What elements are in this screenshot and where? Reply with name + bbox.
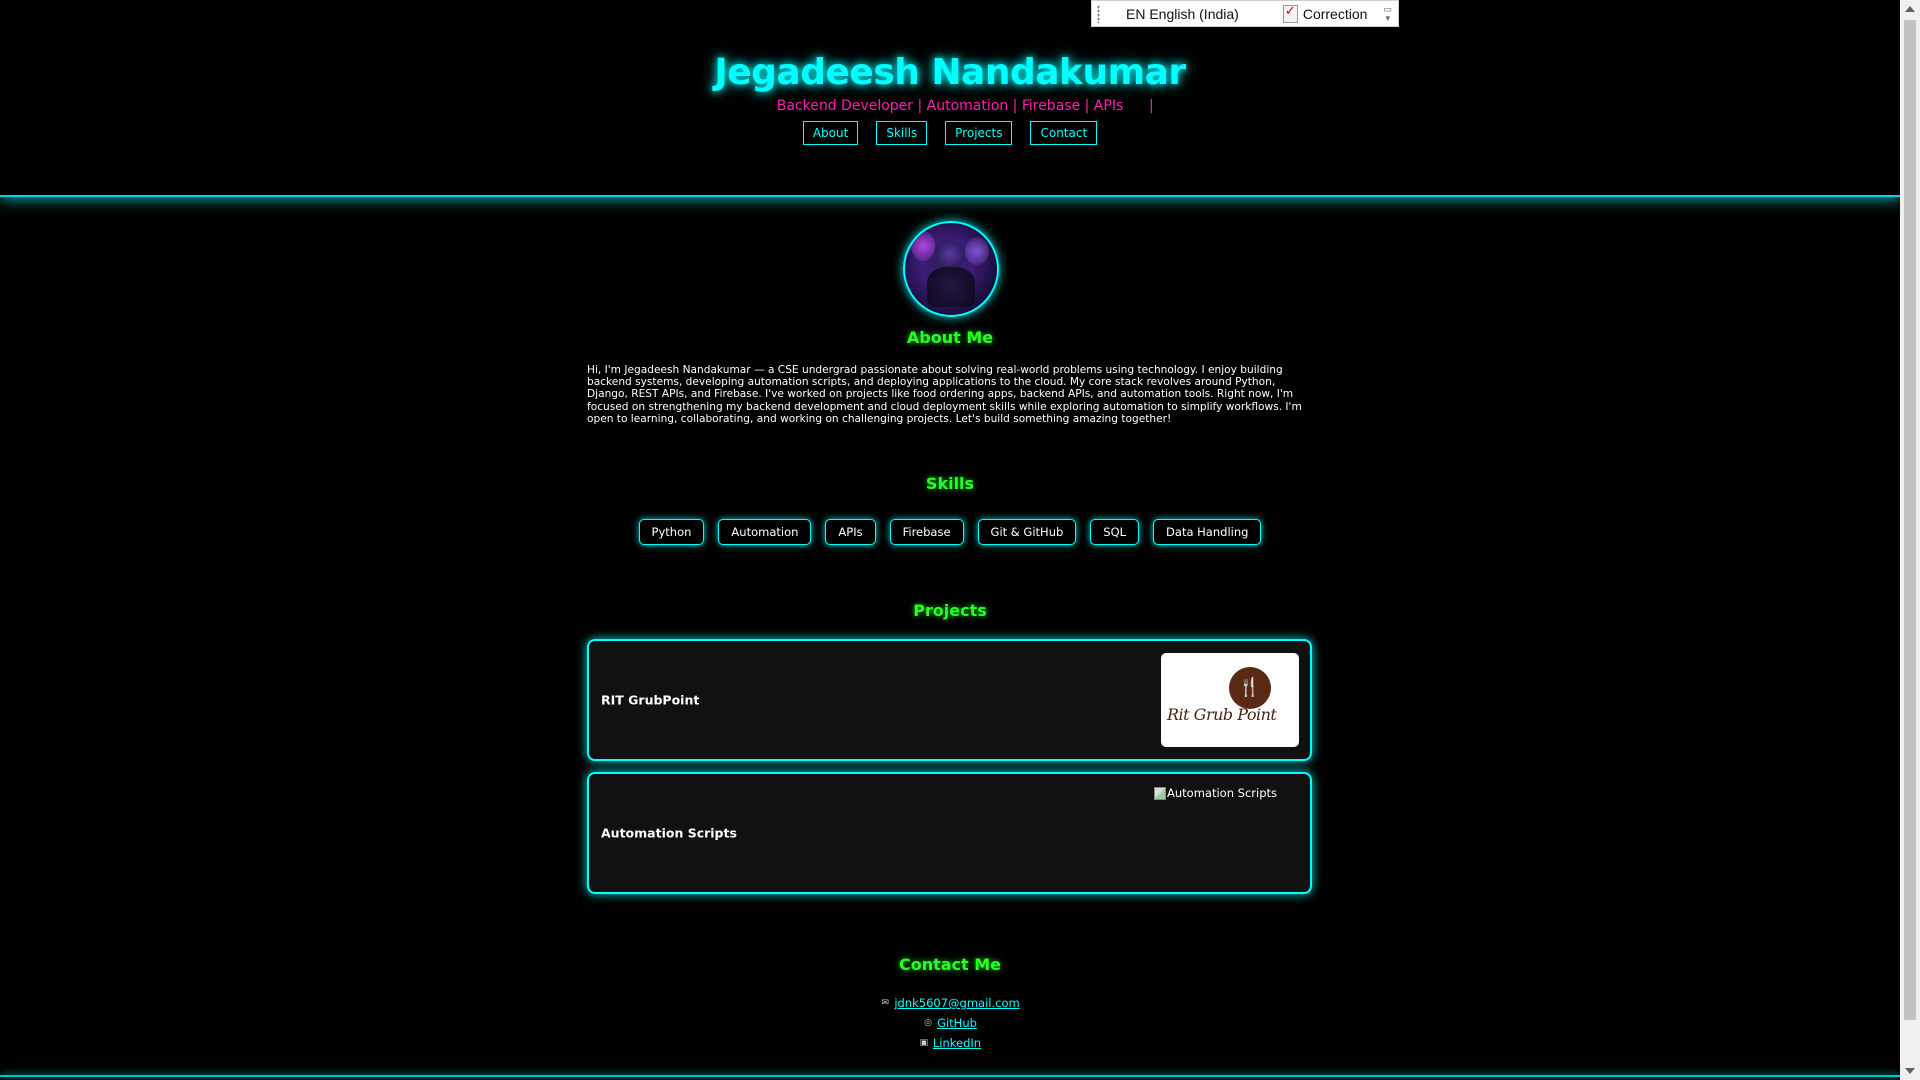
about-text: Hi, I'm Jegadeesh Nandakumar — a CSE und…: [587, 364, 1302, 425]
toolbar-options[interactable]: ▭ ▾: [1383, 4, 1392, 23]
skills-list: Python Automation APIs Firebase Git & Gi…: [0, 519, 1900, 545]
skill-sql: SQL: [1090, 519, 1140, 545]
email-icon: ✉: [881, 998, 890, 1008]
scroll-down-icon[interactable]: [1905, 1068, 1915, 1074]
tagline: Backend Developer | Automation | Firebas…: [0, 98, 1900, 114]
correction-button[interactable]: Correction: [1282, 3, 1368, 23]
project-card-automation-scripts[interactable]: Automation Scripts Automation Scripts: [587, 772, 1312, 894]
nav-skills[interactable]: Skills: [876, 121, 928, 145]
project-title: Automation Scripts: [601, 825, 737, 841]
avatar-body: [927, 267, 975, 307]
vertical-scrollbar[interactable]: [1900, 0, 1920, 1080]
about-title: About Me: [906, 328, 994, 347]
options-icon: ▾: [1385, 12, 1390, 23]
contact-title: Contact Me: [898, 955, 1002, 974]
linkedin-link[interactable]: LinkedIn: [933, 1033, 981, 1053]
nav-about[interactable]: About: [802, 121, 859, 145]
correction-label: Correction: [1302, 5, 1368, 22]
projects-title: Projects: [913, 601, 987, 620]
skill-automation: Automation: [718, 519, 812, 545]
portfolio-page: Jegadeesh Nandakumar Backend Developer |…: [0, 0, 1920, 1080]
footer-border: [0, 1075, 1900, 1077]
avatar-head: [935, 241, 965, 267]
language-toolbar: EN English (India) Correction ▭ ▾: [1091, 0, 1399, 27]
main-nav: About Skills Projects Contact: [0, 121, 1900, 145]
broken-image-icon: [1154, 786, 1167, 800]
skills-title: Skills: [925, 474, 975, 493]
scrollbar-thumb[interactable]: [1904, 20, 1916, 1020]
skill-apis: APIs: [825, 519, 876, 545]
globe-icon: ◎: [924, 1018, 932, 1028]
skill-git-github: Git & GitHub: [977, 519, 1077, 545]
github-link[interactable]: GitHub: [937, 1013, 977, 1033]
typing-cursor: |: [1149, 98, 1154, 114]
scroll-up-icon[interactable]: [1905, 6, 1915, 12]
profile-avatar: [903, 221, 999, 317]
nav-projects[interactable]: Projects: [945, 121, 1013, 145]
project-image-broken: Automation Scripts: [1154, 786, 1277, 800]
email-link[interactable]: jdnk5607@gmail.com: [894, 993, 1019, 1013]
avatar-glow-left: [911, 231, 935, 261]
site-header: Jegadeesh Nandakumar Backend Developer |…: [0, 0, 1900, 197]
fork-spoon-icon: 🍴: [1238, 677, 1261, 698]
avatar-glow-right: [965, 237, 989, 265]
project-image: 🍴 Rit Grub Point: [1161, 653, 1299, 747]
briefcase-icon: ▣: [919, 1038, 929, 1048]
correction-icon: [1282, 3, 1298, 23]
image-alt-text: Automation Scripts: [1167, 786, 1277, 800]
tagline-text: Backend Developer | Automation | Firebas…: [776, 98, 1124, 114]
project-card-rit-grubpoint[interactable]: RIT GrubPoint 🍴 Rit Grub Point: [587, 639, 1312, 761]
nav-contact[interactable]: Contact: [1030, 121, 1098, 145]
project-title: RIT GrubPoint: [601, 692, 700, 708]
contact-list: ✉ jdnk5607@gmail.com ◎ GitHub ▣ LinkedIn: [0, 993, 1900, 1053]
skill-python: Python: [638, 519, 705, 545]
site-name: Jegadeesh Nandakumar: [714, 52, 1186, 93]
logo-text: Rit Grub Point: [1167, 705, 1277, 724]
skill-data-handling: Data Handling: [1153, 519, 1262, 545]
skill-firebase: Firebase: [889, 519, 964, 545]
language-indicator[interactable]: EN English (India): [1126, 6, 1239, 22]
drag-handle[interactable]: [1097, 4, 1100, 23]
